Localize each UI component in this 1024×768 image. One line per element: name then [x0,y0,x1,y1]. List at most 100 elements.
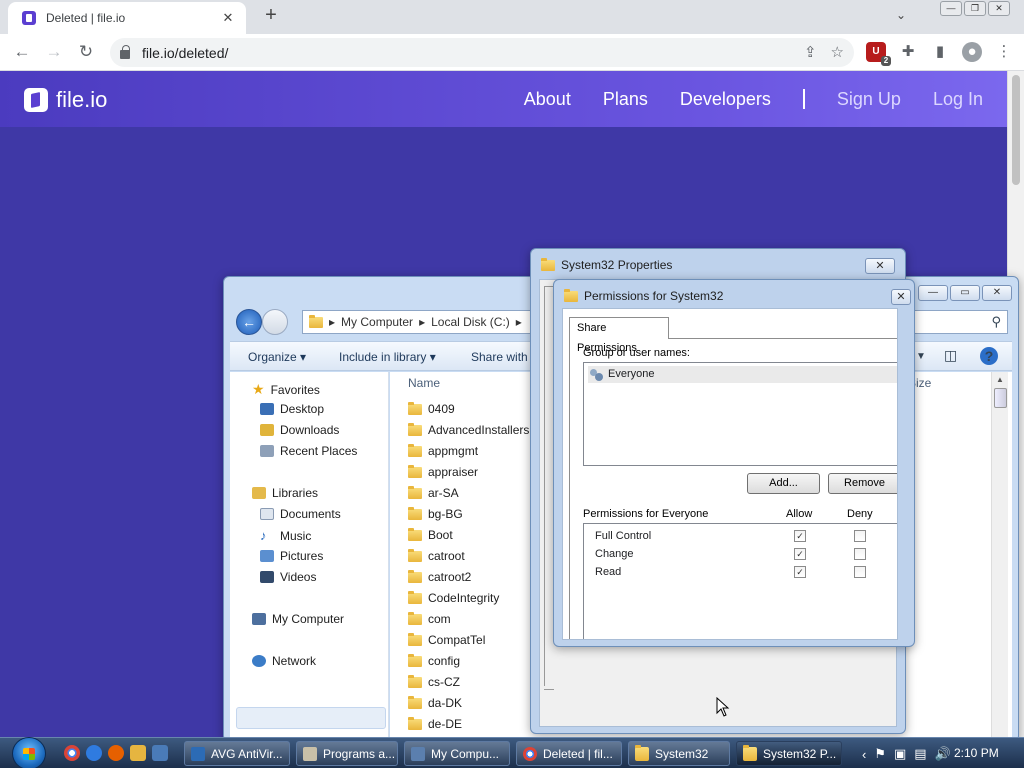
explorer-maximize-button[interactable]: ▭ [950,285,980,301]
nav-my-computer[interactable]: My Computer [252,612,344,626]
nav-signup-link[interactable]: Sign Up [837,89,901,110]
start-button[interactable] [12,737,46,768]
volume-icon[interactable]: 🔊 [935,746,951,762]
firefox-icon[interactable] [108,745,124,761]
file-row[interactable]: appraiser [408,464,478,479]
file-row[interactable]: de-DE [408,716,462,731]
help-icon[interactable]: ? [980,347,998,365]
nav-libraries[interactable]: Libraries [252,486,318,500]
nav-music[interactable]: ♪ Music [260,528,311,543]
explorer-minimize-button[interactable]: — [918,285,948,301]
network-tray-icon[interactable]: ▤ [914,746,926,762]
new-tab-button[interactable]: + [260,5,282,27]
tray-app-icon[interactable]: ▣ [894,746,906,762]
extension-shield-icon[interactable]: U [866,42,891,66]
tab-share-permissions[interactable]: Share Permissions [569,317,669,354]
file-row[interactable]: CodeIntegrity [408,590,499,605]
browser-tab-active[interactable]: Deleted | file.io ✕ [8,2,246,34]
nav-login-link[interactable]: Log In [933,89,983,110]
permissions-close-button[interactable]: ✕ [891,289,911,305]
taskbar-clock[interactable]: 2:10 PM [954,746,999,760]
user-row-everyone[interactable]: Everyone [588,366,897,383]
preview-pane-icon[interactable]: ◫ [944,347,957,364]
file-list-scroll-thumb[interactable] [994,388,1007,408]
allow-checkbox[interactable]: ✓ [794,548,806,560]
close-window-button[interactable]: ✕ [988,1,1010,16]
tab-search-dropdown-icon[interactable]: ⌄ [896,8,906,22]
view-options-chevron-icon[interactable]: ▼ [916,351,926,362]
share-with-button[interactable]: Share with [471,350,528,364]
minimize-button[interactable]: — [940,1,962,16]
side-panel-icon[interactable]: ▮ [930,42,950,62]
deny-checkbox[interactable] [854,548,866,560]
bookmark-star-icon[interactable]: ☆ [831,43,844,61]
file-row[interactable]: Boot [408,527,453,542]
profile-avatar-icon[interactable]: ● [962,42,982,62]
file-row[interactable]: catroot [408,548,465,563]
nav-network[interactable]: Network [252,654,316,668]
file-row[interactable]: config [408,653,460,668]
file-row[interactable]: com [408,611,451,626]
tray-expand-icon[interactable]: ‹ [862,747,866,762]
add-button[interactable]: Add... [747,473,820,494]
internet-explorer-icon[interactable] [86,745,102,761]
properties-close-button[interactable]: ✕ [865,258,895,274]
allow-checkbox[interactable]: ✓ [794,530,806,542]
explorer-close-button[interactable]: ✕ [982,285,1012,301]
extensions-puzzle-icon[interactable]: ✚ [898,42,918,62]
menu-kebab-icon[interactable]: ⋮ [994,42,1014,62]
address-url[interactable]: file.io/deleted/ [142,45,228,61]
explorer-folder-icon[interactable] [130,745,146,761]
show-desktop-icon[interactable] [152,745,168,761]
file-row[interactable]: catroot2 [408,569,471,584]
nav-downloads[interactable]: Downloads [260,423,339,437]
column-header-name[interactable]: Name [408,376,440,390]
share-icon[interactable]: ⇪ [804,43,817,61]
file-row[interactable]: AdvancedInstallers [408,422,529,437]
file-row[interactable]: da-DK [408,695,462,710]
scrollbar-thumb[interactable] [1012,75,1020,185]
breadcrumb-local-disk[interactable]: Local Disk (C:) [431,315,510,329]
deny-checkbox[interactable] [854,530,866,542]
file-row[interactable]: CompatTel [408,632,485,647]
chrome-icon[interactable] [64,745,80,761]
nav-pictures[interactable]: Pictures [260,549,323,563]
deny-checkbox[interactable] [854,566,866,578]
taskbar-avg-antivirus[interactable]: AVG AntiVir... [184,741,290,766]
back-arrow-icon[interactable]: ← [12,42,32,62]
allow-checkbox[interactable]: ✓ [794,566,806,578]
file-list-scrollbar[interactable]: ▲ [991,372,1008,739]
include-in-library-button[interactable]: Include in library ▾ [339,350,436,364]
tab-close-icon[interactable]: ✕ [220,10,236,26]
file-row[interactable]: ar-SA [408,485,459,500]
restore-button[interactable]: ❐ [964,1,986,16]
organize-button[interactable]: Organize ▾ [248,350,306,364]
user-list[interactable]: Everyone [583,362,897,466]
lock-icon[interactable] [120,45,130,59]
scroll-up-icon[interactable]: ▲ [996,375,1004,384]
nav-favorites[interactable]: ★ Favorites [252,381,320,398]
site-logo[interactable]: file.io [24,87,107,113]
breadcrumb-my-computer[interactable]: My Computer [341,315,413,329]
file-row[interactable]: bg-BG [408,506,463,521]
explorer-back-button[interactable]: ← [236,309,262,335]
nav-videos[interactable]: Videos [260,570,316,584]
nav-recent-places[interactable]: Recent Places [260,444,357,458]
nav-plans-link[interactable]: Plans [603,89,648,110]
file-row[interactable]: 0409 [408,401,455,416]
file-row[interactable]: appmgmt [408,443,478,458]
explorer-breadcrumb[interactable]: ▸ My Computer ▸ Local Disk (C:) ▸ [302,310,534,334]
nav-about-link[interactable]: About [524,89,571,110]
file-row[interactable]: cs-CZ [408,674,460,689]
taskbar-chrome-deleted[interactable]: Deleted | fil... [516,741,622,766]
address-bar[interactable]: file.io/deleted/ ⇪ ☆ [110,38,854,67]
explorer-forward-button[interactable] [262,309,288,335]
action-center-flag-icon[interactable]: ⚑ [874,746,886,762]
forward-arrow-icon[interactable]: → [44,42,64,62]
taskbar-my-computer[interactable]: My Compu... [404,741,510,766]
reload-icon[interactable]: ↻ [76,42,96,62]
nav-desktop[interactable]: Desktop [260,402,324,416]
nav-developers-link[interactable]: Developers [680,89,771,110]
taskbar-system32[interactable]: System32 [628,741,730,766]
taskbar-system32-properties[interactable]: System32 P... [736,741,842,766]
